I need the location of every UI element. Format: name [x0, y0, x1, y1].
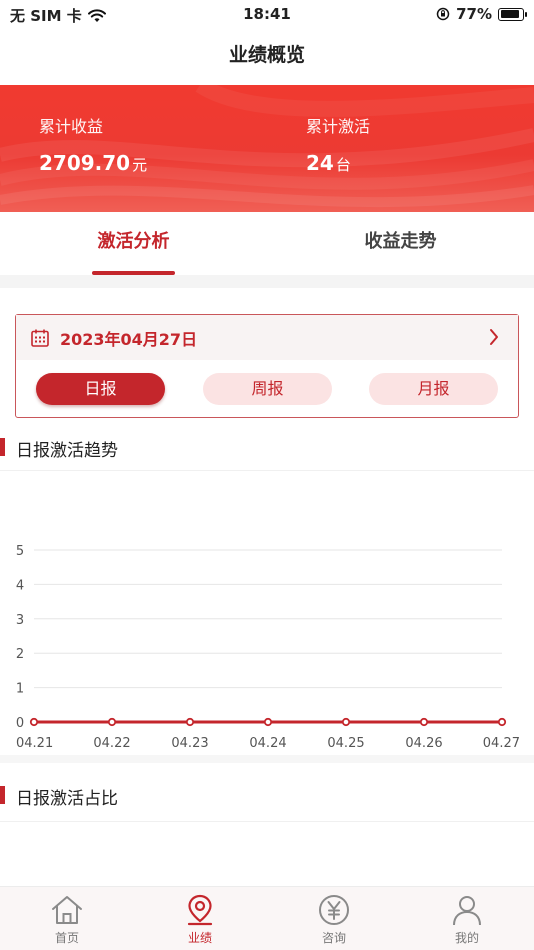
data-point	[341, 717, 351, 727]
home-icon	[52, 896, 82, 924]
calendar-icon	[31, 329, 49, 347]
page-title: 业绩概览	[0, 30, 534, 85]
bottom-tab-home[interactable]: 首页	[27, 893, 107, 946]
x-tick-label: 04.24	[249, 736, 286, 751]
x-tick-label: 04.26	[405, 736, 442, 751]
weekly-report-button[interactable]: 周报	[203, 373, 332, 405]
bottom-tab-label: 咨询	[321, 931, 346, 945]
battery-percent: 77%	[456, 5, 492, 23]
activation-value-row: 24 台	[306, 151, 370, 175]
activation-unit: 台	[335, 156, 351, 174]
bottom-tab-label: 业绩	[187, 931, 212, 945]
bottom-tab-bar: 首页 业绩 咨询 我的	[0, 886, 534, 950]
earnings-label: 累计收益	[39, 117, 104, 136]
x-tick-label: 04.27	[483, 736, 520, 751]
earnings-value-row: 2709.70 元	[39, 151, 147, 175]
data-point	[497, 717, 507, 727]
bottom-tab-mine[interactable]: 我的	[427, 893, 507, 946]
earnings-stat: 累计收益 2709.70 元	[39, 113, 147, 175]
status-bar: 无 SIM 卡 18:41 77%	[0, 0, 534, 30]
divider	[0, 470, 534, 471]
tab-label: 激活分析	[97, 231, 170, 252]
data-point	[107, 717, 117, 727]
data-point	[29, 717, 39, 727]
bottom-tab-performance[interactable]: 业绩	[160, 893, 240, 946]
battery-icon	[498, 7, 527, 21]
bottom-tab-label: 我的	[454, 931, 479, 945]
trend-title-text: 日报激活趋势	[16, 441, 118, 461]
y-tick-label: 4	[16, 578, 24, 593]
date-filter-card: 2023年04月27日 日报 周报 月报	[15, 314, 519, 418]
selected-date: 2023年04月27日	[60, 329, 198, 349]
chevron-right-icon	[490, 329, 498, 345]
data-point	[419, 717, 429, 727]
activation-label: 累计激活	[306, 117, 371, 136]
earnings-unit: 元	[132, 156, 148, 174]
data-point	[263, 717, 273, 727]
activation-trend-chart: 0 1 2 3 4 5 04.21 04.22 04.23 04.24 04.25 04.26 04.2…	[16, 544, 520, 751]
y-tick-label: 5	[16, 544, 24, 559]
x-tick-label: 04.21	[16, 736, 53, 751]
earnings-value: 2709.70	[39, 151, 131, 175]
section-gap	[0, 755, 534, 763]
orientation-lock-icon	[436, 7, 450, 21]
ratio-section-title: 日报激活占比	[0, 784, 118, 809]
tab-label: 收益走势	[364, 231, 437, 252]
data-point	[185, 717, 195, 727]
x-tick-label: 04.22	[93, 736, 130, 751]
ratio-title-text: 日报激活占比	[16, 789, 118, 809]
tab-earnings-trend[interactable]: 收益走势	[267, 212, 534, 275]
trend-section-title: 日报激活趋势	[0, 436, 118, 461]
divider	[0, 821, 534, 822]
section-accent-bar	[0, 438, 5, 456]
y-tick-label: 2	[16, 647, 24, 662]
analysis-tabs: 激活分析 收益走势	[0, 212, 534, 275]
tab-activation-analysis[interactable]: 激活分析	[0, 212, 267, 275]
x-tick-label: 04.25	[327, 736, 364, 751]
daily-report-button[interactable]: 日报	[36, 373, 165, 405]
bottom-tab-consult[interactable]: 咨询	[294, 893, 374, 946]
yuan-coin-icon	[319, 895, 349, 925]
y-tick-label: 3	[16, 613, 24, 628]
tab-active-indicator	[92, 271, 175, 275]
content-area: 2023年04月27日 日报 周报 月报 日报激活趋势 0 1 2 3 4 5 04.21 0…	[0, 288, 534, 886]
monthly-report-button[interactable]: 月报	[369, 373, 498, 405]
y-tick-label: 0	[16, 716, 24, 731]
y-tick-label: 1	[16, 682, 24, 697]
user-icon	[453, 896, 481, 926]
date-picker[interactable]: 2023年04月27日	[16, 315, 518, 360]
section-accent-bar	[0, 786, 5, 804]
activation-value: 24	[306, 151, 334, 175]
bottom-tab-label: 首页	[54, 931, 79, 945]
activation-stat: 累计激活 24 台	[306, 113, 370, 175]
location-pin-icon	[187, 894, 213, 926]
x-tick-label: 04.23	[171, 736, 208, 751]
summary-banner: 累计收益 2709.70 元 累计激活 24 台	[0, 85, 534, 212]
